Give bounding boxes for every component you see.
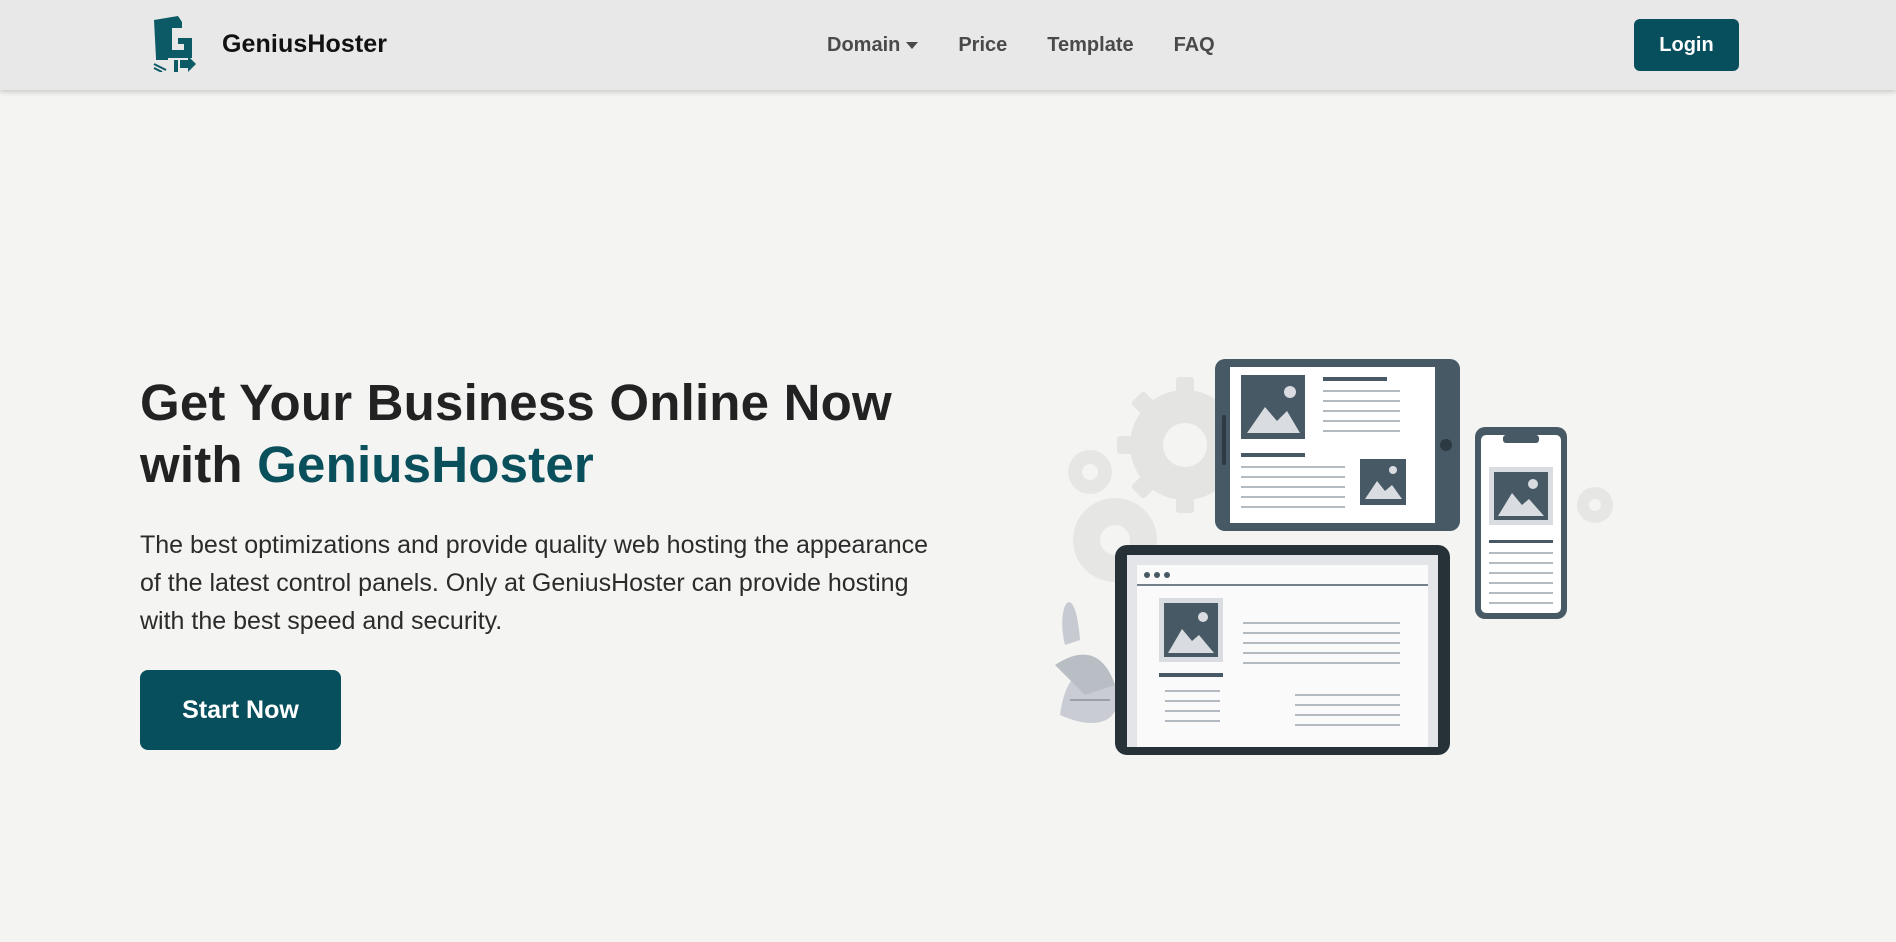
nav-item-domain-label: Domain xyxy=(827,33,901,56)
main-nav: Domain Price Template FAQ xyxy=(827,0,1255,90)
phone-device xyxy=(1475,427,1567,619)
navbar: GeniusHoster Domain Price Template FAQ L… xyxy=(0,0,1896,90)
login-button[interactable]: Login xyxy=(1634,19,1739,71)
nav-item-domain[interactable]: Domain xyxy=(827,33,919,57)
hero-description: The best optimizations and provide quali… xyxy=(140,531,929,635)
plant-icon xyxy=(1055,602,1118,724)
tablet-device xyxy=(1215,359,1460,531)
hero-title: Get Your Business Online Now with Genius… xyxy=(140,372,960,496)
hosting-illustration xyxy=(1055,359,1613,755)
laptop-device xyxy=(1115,545,1450,755)
hero-title-with: with xyxy=(140,436,243,493)
caret-down-icon xyxy=(906,41,919,49)
hero-title-line1: Get Your Business Online Now xyxy=(140,374,892,431)
nav-item-price[interactable]: Price xyxy=(958,34,1007,57)
hero-text: Get Your Business Online Now with Genius… xyxy=(140,372,960,640)
brand-name: GeniusHoster xyxy=(222,29,388,58)
nav-item-template[interactable]: Template xyxy=(1047,34,1133,57)
nav-item-faq[interactable]: FAQ xyxy=(1174,34,1215,57)
brand-link[interactable]: GeniusHoster xyxy=(152,16,387,72)
geniushoster-logo-icon xyxy=(153,16,196,72)
hero-title-accent: GeniusHoster xyxy=(257,436,594,493)
start-now-button[interactable]: Start Now xyxy=(140,670,341,750)
